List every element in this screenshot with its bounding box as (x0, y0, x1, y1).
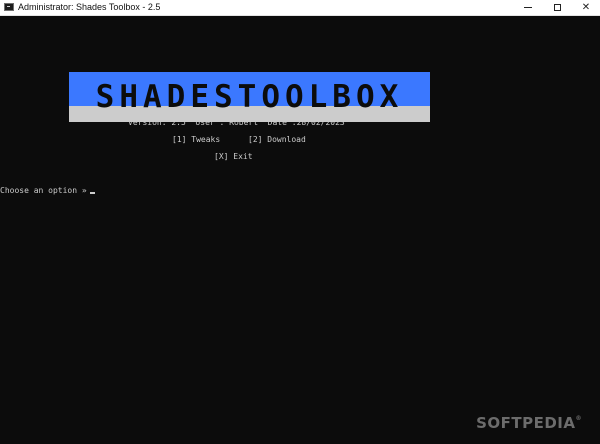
close-button[interactable]: ✕ (572, 0, 600, 15)
menu-option-download: [2] Download (248, 135, 306, 144)
console-window: Administrator: Shades Toolbox - 2.5 ✕ SH… (0, 0, 600, 444)
banner-text: SHADESTOOLBOX (95, 79, 404, 115)
console-app-icon (4, 3, 14, 11)
menu-option-tweaks: [1] Tweaks (172, 135, 221, 144)
title-bar[interactable]: Administrator: Shades Toolbox - 2.5 ✕ (0, 0, 600, 16)
text-cursor (89, 192, 95, 194)
info-line: Version: 2.5 User : Robert Date :28/02/2… (128, 118, 345, 127)
menu-option-exit: [X] Exit (214, 152, 253, 161)
maximize-icon (553, 4, 561, 11)
maximize-button[interactable] (543, 0, 571, 15)
minimize-icon (524, 7, 532, 8)
input-prompt[interactable]: Choose an option » (0, 186, 95, 196)
registered-mark: ® (575, 415, 582, 422)
window-title: Administrator: Shades Toolbox - 2.5 (18, 2, 161, 12)
ascii-banner: SHADESTOOLBOX (69, 72, 430, 122)
minimize-button[interactable] (514, 0, 542, 15)
watermark-text: SOFTPEDIA (476, 414, 576, 432)
console-output[interactable]: SHADESTOOLBOX Version: 2.5 User : Robert… (0, 16, 600, 444)
prompt-text: Choose an option » (0, 186, 87, 195)
softpedia-watermark: SOFTPEDIA® (476, 414, 582, 432)
close-icon: ✕ (581, 1, 591, 13)
